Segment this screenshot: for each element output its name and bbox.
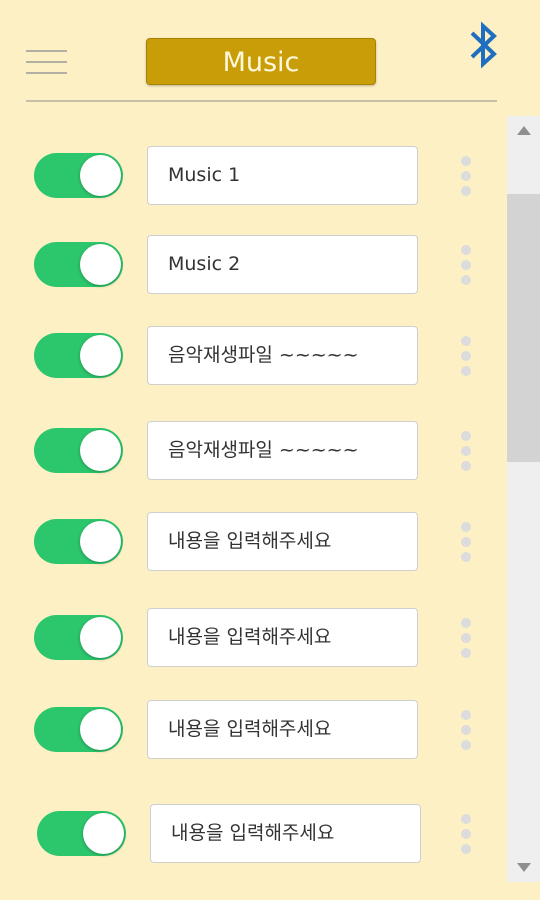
header-bar: Music [0,0,540,110]
enable-toggle[interactable] [34,428,123,473]
drag-handle-icon[interactable] [459,618,473,658]
music-name-field[interactable]: 음악재생파일 ~~~~~ [147,421,418,480]
enable-toggle[interactable] [37,811,126,856]
enable-toggle[interactable] [34,615,123,660]
toggle-knob [80,335,121,376]
list-item: 음악재생파일 ~~~~~ [0,325,505,387]
toggle-knob [80,709,121,750]
drag-handle-icon[interactable] [459,710,473,750]
toggle-knob [80,430,121,471]
enable-toggle[interactable] [34,242,123,287]
enable-toggle[interactable] [34,333,123,378]
drag-handle-icon[interactable] [459,522,473,562]
scroll-down-arrow-icon[interactable] [507,854,540,882]
toggle-knob [80,155,121,196]
drag-handle-icon[interactable] [459,336,473,376]
enable-toggle[interactable] [34,153,123,198]
bluetooth-icon[interactable] [466,20,500,70]
drag-handle-icon[interactable] [459,814,473,854]
music-name-field[interactable]: Music 1 [147,146,418,205]
toggle-knob [80,244,121,285]
music-name-field[interactable]: 음악재생파일 ~~~~~ [147,326,418,385]
toggle-knob [83,813,124,854]
header-divider [26,100,497,102]
title-button[interactable]: Music [146,38,376,85]
vertical-scrollbar[interactable] [507,116,540,882]
scroll-up-arrow-icon[interactable] [507,116,540,144]
list-item: 음악재생파일 ~~~~~ [0,420,505,482]
list-item: Music 1 [0,145,505,207]
music-name-field[interactable]: 내용을 입력해주세요 [150,804,421,863]
enable-toggle[interactable] [34,519,123,564]
drag-handle-icon[interactable] [459,431,473,471]
music-name-field[interactable]: Music 2 [147,235,418,294]
hamburger-menu-icon[interactable] [26,49,67,76]
music-name-field[interactable]: 내용을 입력해주세요 [147,700,418,759]
enable-toggle[interactable] [34,707,123,752]
list-item: 내용을 입력해주세요 [0,511,505,573]
list-item: 내용을 입력해주세요 [0,803,505,865]
drag-handle-icon[interactable] [459,245,473,285]
scrollbar-thumb[interactable] [507,194,540,462]
music-name-field[interactable]: 내용을 입력해주세요 [147,512,418,571]
drag-handle-icon[interactable] [459,156,473,196]
music-name-field[interactable]: 내용을 입력해주세요 [147,608,418,667]
list-item: 내용을 입력해주세요 [0,607,505,669]
toggle-knob [80,617,121,658]
list-item: Music 2 [0,234,505,296]
toggle-knob [80,521,121,562]
list-item: 내용을 입력해주세요 [0,699,505,761]
